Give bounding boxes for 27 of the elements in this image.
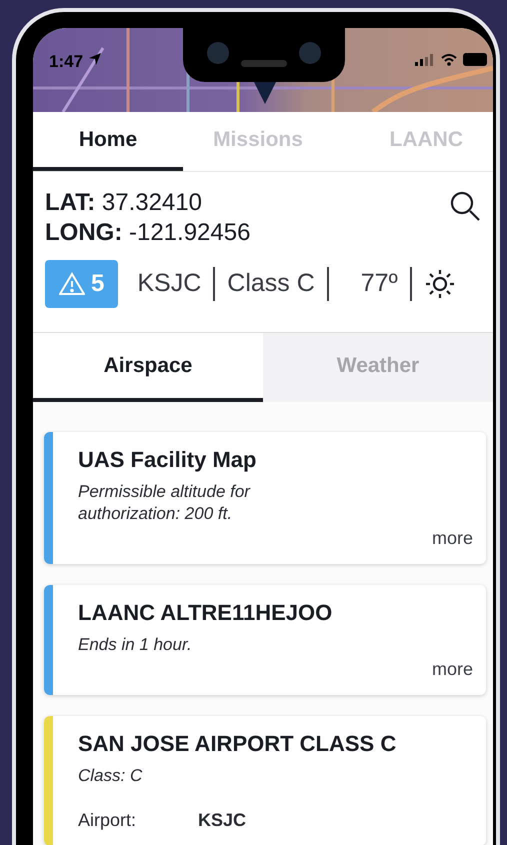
- signal-icon: [415, 54, 433, 66]
- latitude-text: LAT: 37.32410: [45, 188, 202, 218]
- airport-code: KSJC: [137, 268, 202, 300]
- alert-card[interactable]: UAS Facility Map Permissible altitude for authorization: 200 ft. more: [44, 432, 486, 564]
- card-title: SAN JOSE AIRPORT CLASS C: [78, 730, 398, 758]
- battery-icon: [463, 53, 487, 66]
- field-value: KSJC: [198, 809, 246, 832]
- more-link[interactable]: more: [432, 656, 473, 683]
- card-title: UAS Facility Map: [78, 446, 258, 474]
- location-arrow-icon: [89, 53, 101, 65]
- temperature: 77º: [360, 268, 398, 300]
- wifi-icon: [441, 54, 457, 66]
- card-title: LAANC ALTRE11HEJOO: [78, 599, 334, 627]
- card-description: Permissible altitude for authorization: 200 ft.: [78, 481, 252, 525]
- alert-card[interactable]: LAANC ALTRE11HEJOO Ends in 1 hour. more: [44, 585, 486, 695]
- nav-tab[interactable]: Home: [33, 112, 183, 171]
- airspace-class: Class C: [227, 268, 315, 300]
- card-description: Class: C: [78, 765, 144, 787]
- search-icon[interactable]: [449, 190, 481, 222]
- sun-icon: [424, 268, 456, 300]
- longitude-text: LONG: -121.92456: [45, 218, 250, 248]
- status-time: 1:47: [49, 51, 84, 73]
- field-label: Airport:: [78, 809, 138, 832]
- warning-icon: [59, 272, 85, 296]
- card-description: Ends in 1 hour.: [78, 634, 193, 656]
- more-link[interactable]: more: [432, 525, 473, 552]
- alert-card[interactable]: SAN JOSE AIRPORT CLASS C Class: C Airport: KSJC: [44, 716, 486, 845]
